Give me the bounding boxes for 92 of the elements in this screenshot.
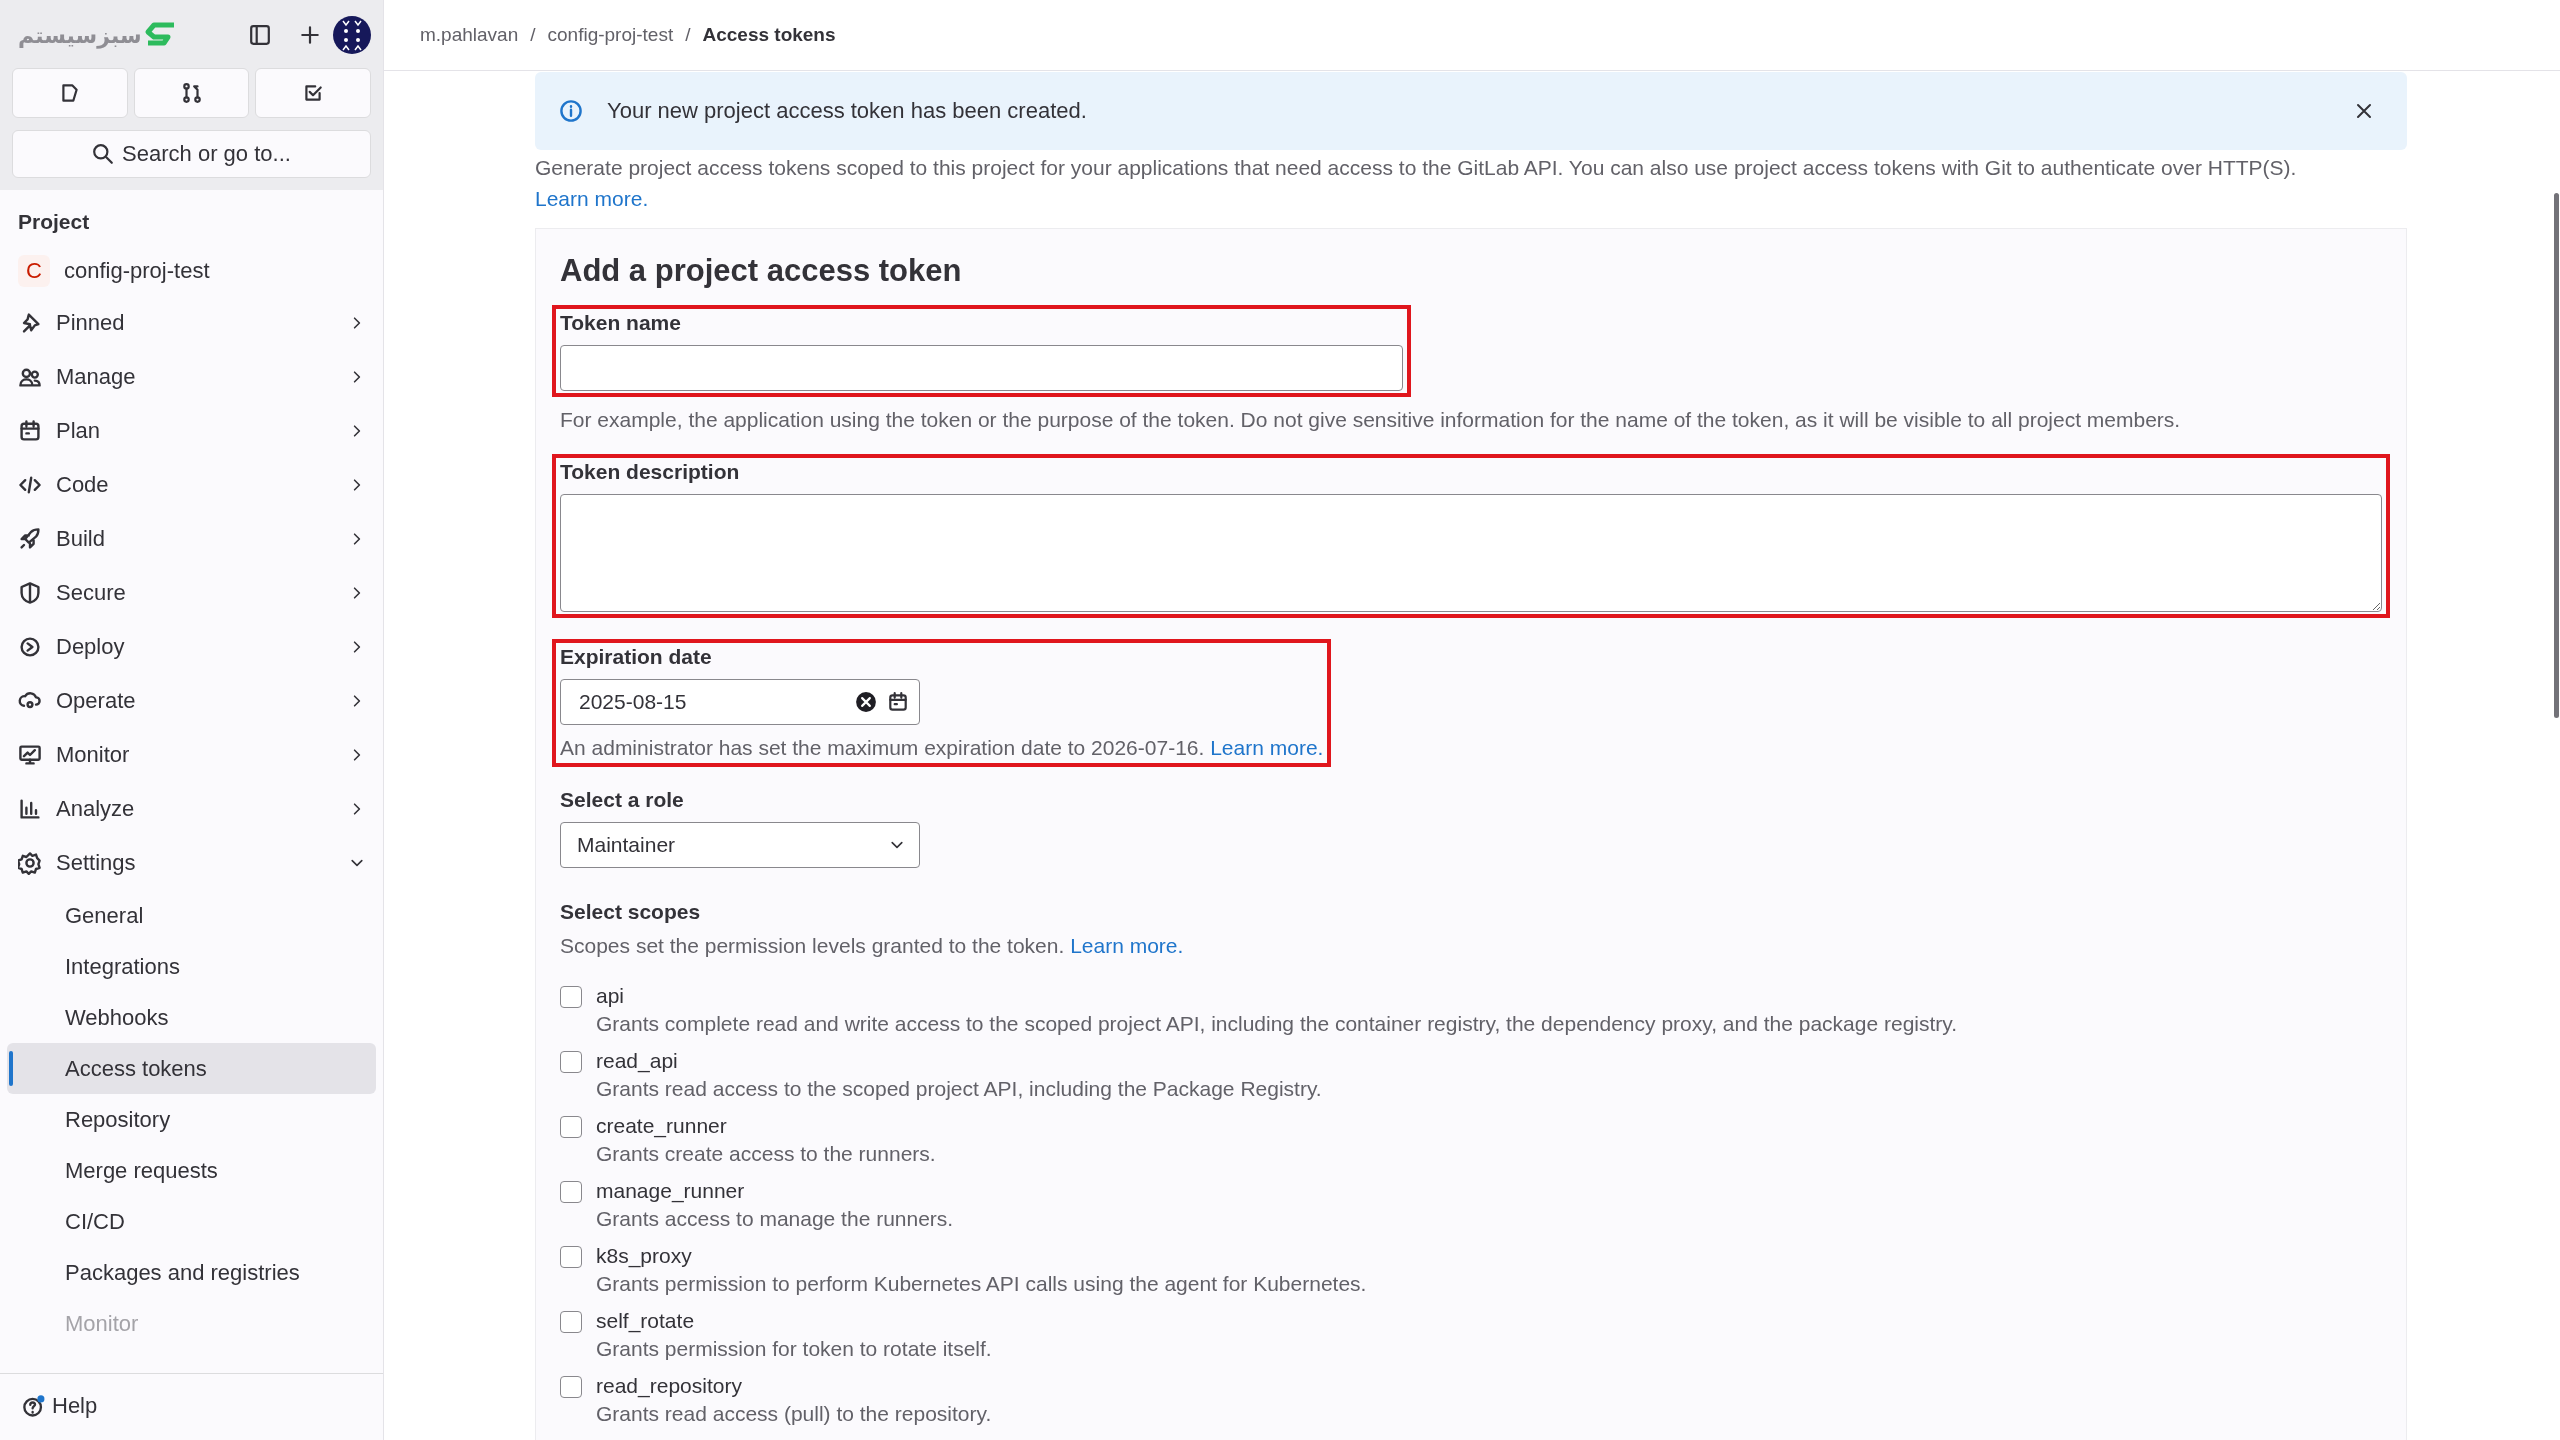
- alert-message: Your new project access token has been created.: [607, 98, 1088, 124]
- scope-name: manage_runner: [596, 1179, 746, 1203]
- project-avatar: C: [18, 255, 50, 287]
- checkbox-icon: [302, 82, 325, 104]
- scope-name: api: [596, 984, 626, 1008]
- sidebar-item[interactable]: Code: [7, 458, 376, 512]
- help-link[interactable]: Help: [0, 1373, 383, 1440]
- scope-description: Grants complete read and write access to the scoped project API, including the container registry, the dependency proxy, and the package registry.: [596, 1012, 1959, 1036]
- scope-name: read_repository: [596, 1374, 743, 1398]
- intro-text: Generate project access tokens scoped to this project for your applications that need access to the GitLab API. You can also use project access tokens with Git to authenticate over HTTP(S). Learn more.: [535, 155, 2298, 212]
- learn-more-link[interactable]: Learn more.: [1210, 736, 1324, 759]
- checkbox[interactable]: [560, 1051, 582, 1073]
- breadcrumb-link[interactable]: m.pahlavan: [420, 24, 519, 46]
- merge-requests-button[interactable]: [133, 68, 250, 118]
- checkbox[interactable]: [560, 1246, 582, 1268]
- sidebar-item[interactable]: Operate: [7, 674, 376, 728]
- project-name: config-proj-test: [64, 258, 211, 284]
- sidebar-item[interactable]: Pinned: [7, 296, 376, 350]
- field-label: Token name: [560, 311, 682, 335]
- checkbox[interactable]: [560, 1116, 582, 1138]
- merge-request-icon: [180, 82, 203, 104]
- info-icon: [559, 99, 583, 123]
- sidebar-item[interactable]: Manage: [7, 350, 376, 404]
- checkbox[interactable]: [560, 1376, 582, 1398]
- sidebar-item[interactable]: Secure: [7, 566, 376, 620]
- help-text: For example, the application using the token or the purpose of the token. Do not give sensitive information for the name of the token, as it will be visible to all project members.: [560, 407, 2182, 433]
- sidebar-item[interactable]: Plan: [7, 404, 376, 458]
- sidebar-subitem[interactable]: Packages and registries: [7, 1247, 376, 1298]
- token-name-input[interactable]: [560, 345, 1403, 391]
- monitor-icon: [18, 743, 42, 767]
- help-label: Help: [52, 1393, 98, 1419]
- field-label: Token description: [560, 460, 741, 484]
- scope-name: read_api: [596, 1049, 679, 1073]
- learn-more-link[interactable]: Learn more.: [1070, 934, 1184, 957]
- bar-chart-icon: [18, 797, 42, 821]
- field-label: Expiration date: [560, 645, 713, 669]
- checkbox[interactable]: [560, 1311, 582, 1333]
- scope-description: Grants access to manage the runners.: [596, 1207, 955, 1231]
- sidebar-item[interactable]: Deploy: [7, 620, 376, 674]
- shield-icon: [18, 581, 42, 605]
- scope-description: Grants read access (pull) to the repository.: [596, 1402, 993, 1426]
- checkbox[interactable]: [560, 986, 582, 1008]
- calendar-icon[interactable]: [887, 691, 909, 713]
- section-label: Select scopes: [560, 900, 702, 924]
- sidebar-subitem[interactable]: Merge requests: [7, 1145, 376, 1196]
- issues-button[interactable]: [12, 68, 128, 118]
- sidebar-item[interactable]: Analyze: [7, 782, 376, 836]
- plus-icon: [299, 24, 321, 46]
- search-icon: [92, 143, 115, 165]
- rocket-icon: [18, 527, 42, 551]
- scope-description: Grants permission to perform Kubernetes API calls using the agent for Kubernetes.: [596, 1272, 1368, 1296]
- date-field[interactable]: 2025-08-15: [560, 679, 920, 725]
- sidebar-subitem[interactable]: Repository: [7, 1094, 376, 1145]
- section-heading: Project: [17, 209, 91, 235]
- checkbox[interactable]: [560, 1181, 582, 1203]
- scope-description: Grants read access to the scoped project API, including the Package Registry.: [596, 1077, 1323, 1101]
- close-icon: [2354, 101, 2374, 121]
- scope-name: create_runner: [596, 1114, 728, 1138]
- sidebar-subitem[interactable]: Webhooks: [7, 992, 376, 1043]
- scope-name: k8s_proxy: [596, 1244, 693, 1268]
- help-text: An administrator has set the maximum expiration date to 2026-07-16. Learn more.: [560, 735, 1324, 761]
- sidebar-item[interactable]: Monitor: [7, 728, 376, 782]
- logo-text: سبزسیستم: [18, 22, 142, 48]
- clear-icon[interactable]: [855, 691, 877, 713]
- scope-name: self_rotate: [596, 1309, 696, 1333]
- sidebar-subitem[interactable]: Access tokens: [7, 1043, 376, 1094]
- avatar-icon[interactable]: [333, 16, 371, 54]
- breadcrumb-separator: /: [685, 24, 691, 46]
- gear-icon: [18, 851, 42, 875]
- sidebar-item[interactable]: Settings: [7, 836, 376, 890]
- breadcrumb-link[interactable]: config-proj-test: [547, 24, 674, 46]
- learn-more-link[interactable]: Learn more.: [535, 187, 649, 210]
- breadcrumb-link[interactable]: Access tokens: [702, 24, 836, 46]
- role-dropdown[interactable]: Maintainer: [560, 822, 920, 868]
- calendar-icon: [18, 419, 42, 443]
- scope-description: Grants permission for token to rotate itself.: [596, 1337, 993, 1361]
- search-field[interactable]: Search or go to...: [12, 130, 371, 178]
- help-text: Scopes set the permission levels granted to the token. Learn more.: [560, 934, 1185, 958]
- sidebar-item[interactable]: Build: [7, 512, 376, 566]
- sidebar-subitem[interactable]: CI/CD: [7, 1196, 376, 1247]
- todo-button[interactable]: [255, 68, 371, 118]
- panel-icon: [249, 24, 271, 46]
- sidebar-subitem[interactable]: Integrations: [7, 941, 376, 992]
- search-placeholder: Search or go to...: [122, 141, 291, 167]
- breadcrumb-separator: /: [530, 24, 536, 46]
- form-title: Add a project access token: [560, 253, 963, 289]
- field-label: Select a role: [560, 788, 685, 812]
- sidebar-subitem[interactable]: General: [7, 890, 376, 941]
- scope-description: Grants create access to the runners.: [596, 1142, 937, 1166]
- project-link[interactable]: C config-proj-test: [7, 246, 376, 296]
- deploy-icon: [18, 635, 42, 659]
- scrollbar-thumb[interactable]: [2554, 193, 2559, 718]
